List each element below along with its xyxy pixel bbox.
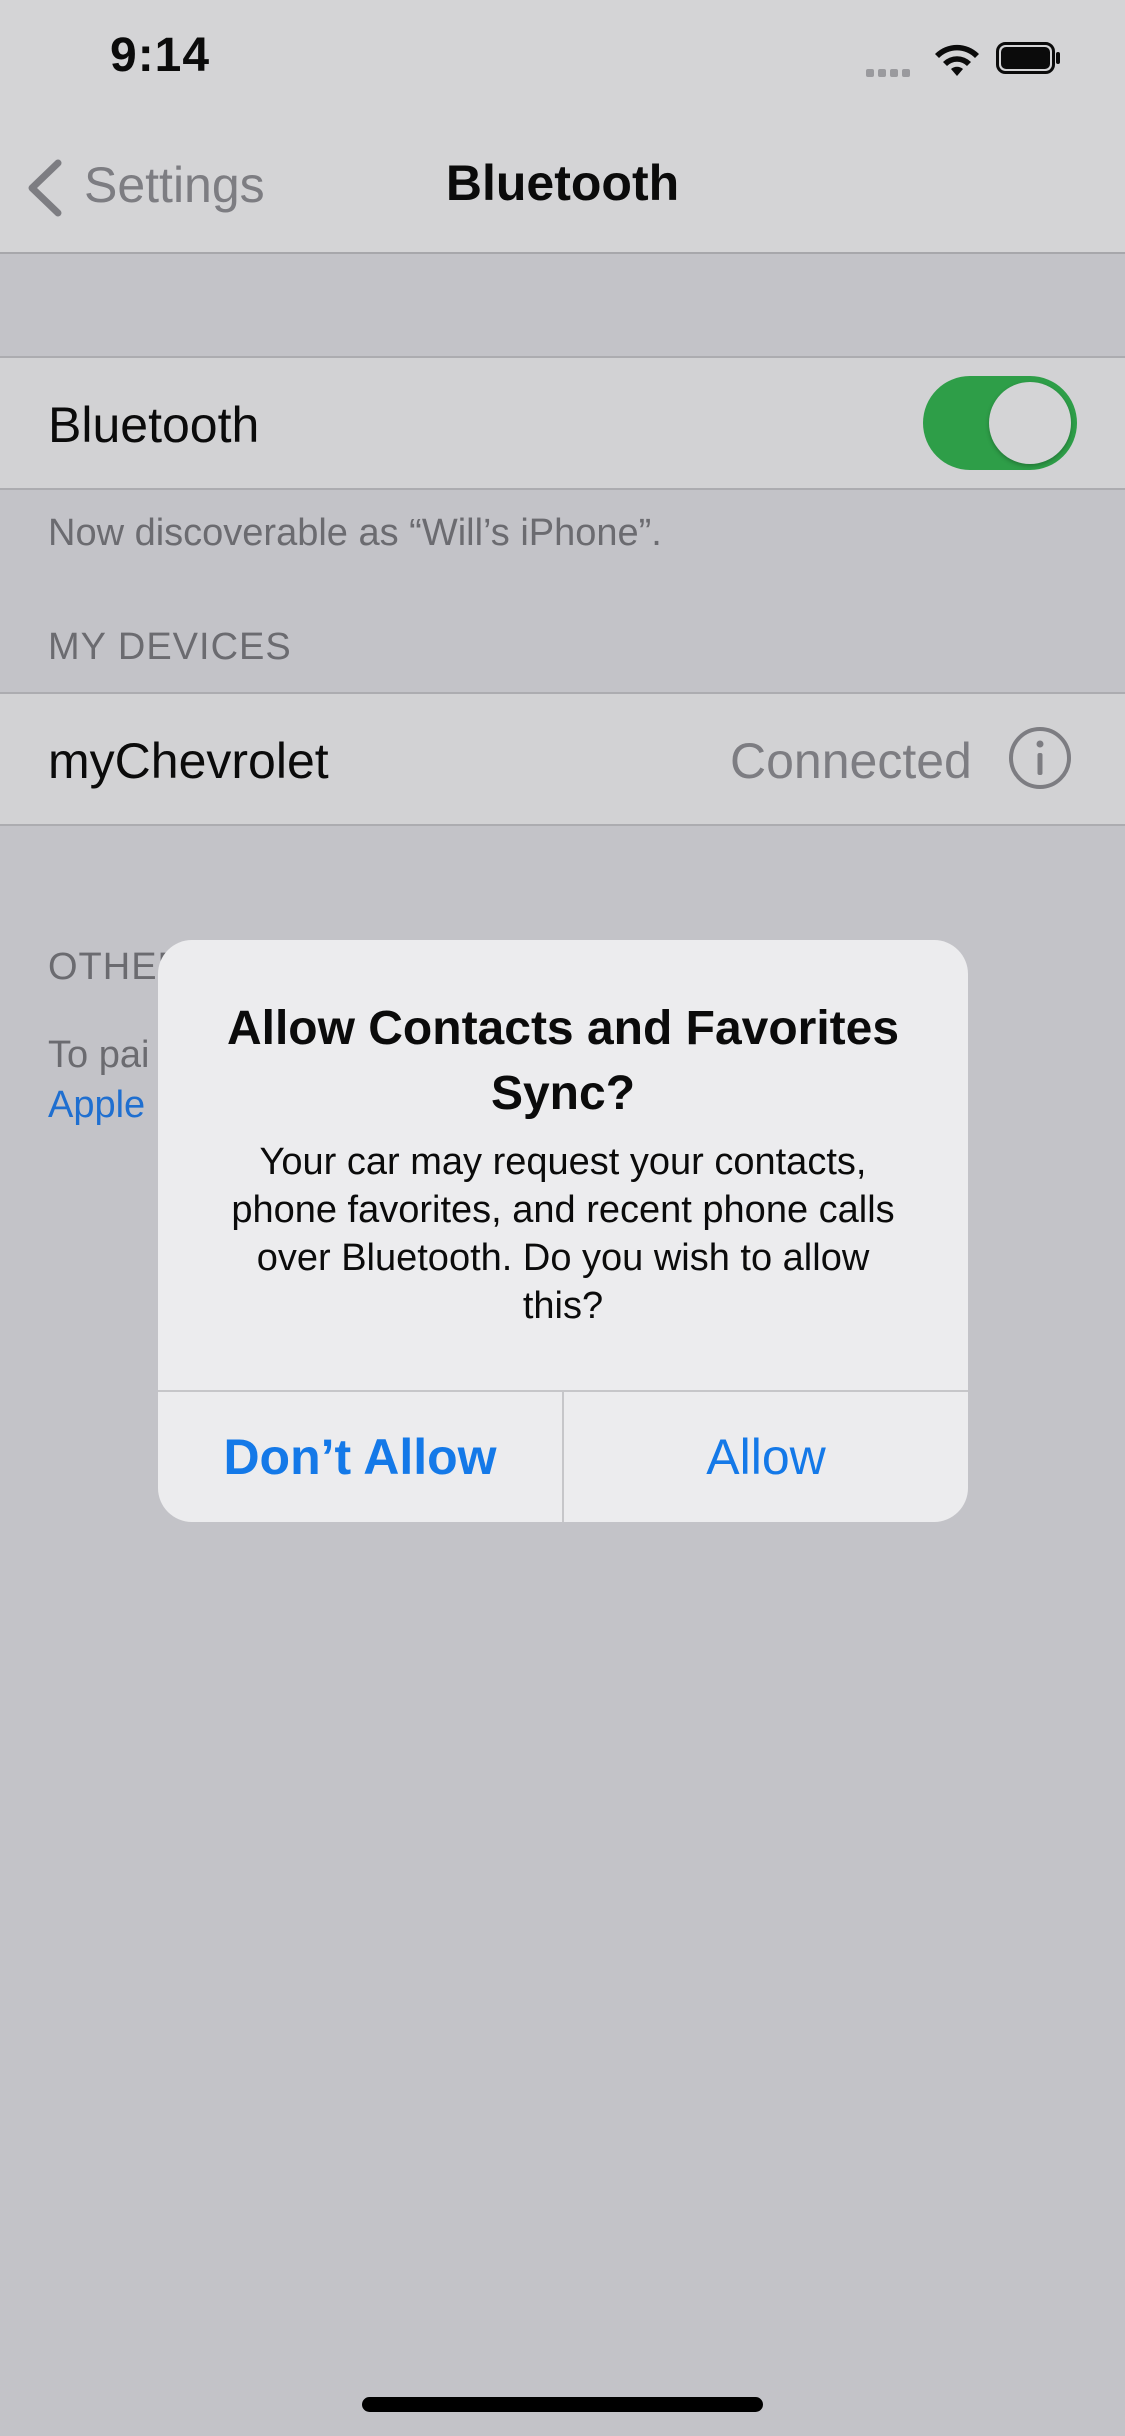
info-icon[interactable] [1008,726,1072,790]
device-name: myChevrolet [48,733,329,789]
page-title: Bluetooth [445,155,680,211]
bluetooth-label: Bluetooth [48,397,260,453]
allow-button[interactable]: Allow [564,1392,968,1522]
discoverable-text: Now discoverable as “Will’s iPhone”. [48,512,662,554]
status-time: 9:14 [110,29,211,82]
my-devices-header: MY DEVICES [48,626,292,668]
alert-title: Allow Contacts and Favorites Sync? [226,1002,900,1120]
cellular-signal-icon [866,64,916,77]
dont-allow-button[interactable]: Don’t Allow [158,1392,562,1522]
wifi-icon [935,44,979,76]
apple-link[interactable]: Apple [48,1084,145,1127]
alert-dialog: Allow Contacts and Favorites Sync? Your … [158,940,968,1522]
home-indicator[interactable] [362,2397,763,2412]
battery-icon [996,42,1060,74]
alert-message: Your car may request your contacts, phon… [231,1141,895,1327]
toggle-knob [989,382,1071,464]
device-status: Connected [730,733,972,789]
pairing-note: To pai [48,1034,150,1076]
